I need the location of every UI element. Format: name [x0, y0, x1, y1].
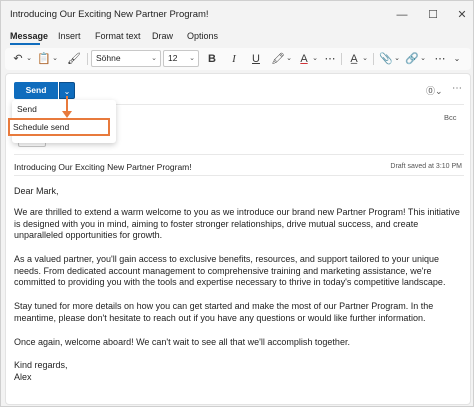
close-button[interactable]: ✕ [451, 5, 473, 25]
tab-format-text[interactable]: Format text [95, 31, 141, 41]
toolbar-divider [373, 53, 374, 65]
ribbon-tabs: Message Insert Format text Draw Options [1, 29, 473, 47]
format-painter-icon[interactable]: 🖌 [67, 51, 81, 67]
highlight-icon[interactable]: 🖍 [271, 51, 285, 67]
tab-draw[interactable]: Draw [152, 31, 173, 41]
chevron-down-icon: ⌄ [151, 55, 157, 62]
title-bar: Introducing Our Exciting New Partner Pro… [1, 1, 473, 29]
tab-insert[interactable]: Insert [58, 31, 81, 41]
body-paragraph-3[interactable]: Stay tuned for more details on how you c… [14, 301, 464, 324]
font-size-value: 12 [168, 53, 178, 63]
chevron-down-icon[interactable]: ⌄ [419, 51, 427, 67]
annotation-arrow-head [62, 111, 72, 118]
send-button[interactable]: Send [14, 82, 58, 99]
minimize-button[interactable]: — [391, 5, 413, 25]
font-size-select[interactable]: 12 ⌄ [163, 50, 199, 67]
styles-icon[interactable]: A̲ [347, 51, 361, 67]
cc-field-divider [14, 154, 464, 155]
body-paragraph-2[interactable]: As a valued partner, you'll gain access … [14, 254, 464, 289]
chevron-down-icon[interactable]: ⌄ [285, 51, 293, 67]
attach-icon[interactable]: 📎 [379, 51, 393, 67]
more-icon[interactable]: ⋯ [452, 83, 462, 94]
bcc-button[interactable]: Bcc [444, 113, 457, 122]
font-name-value: Söhne [96, 53, 121, 63]
body-greeting[interactable]: Dear Mark, [14, 186, 464, 198]
subject-field[interactable]: Introducing Our Exciting New Partner Pro… [14, 162, 192, 172]
chevron-down-icon[interactable]: ⌄ [51, 51, 59, 67]
body-paragraph-1[interactable]: We are thrilled to extend a warm welcome… [14, 207, 464, 242]
toolbar-divider [87, 53, 88, 65]
chevron-down-icon[interactable]: ⌄ [25, 51, 33, 67]
body-signature[interactable]: Alex [14, 372, 464, 384]
tab-options[interactable]: Options [187, 31, 218, 41]
chevron-down-icon: ⌄ [63, 87, 71, 96]
menu-item-send[interactable]: Send [17, 104, 37, 114]
bold-button[interactable]: B [205, 51, 219, 67]
font-name-select[interactable]: Söhne ⌄ [91, 50, 161, 67]
ribbon-collapse-icon[interactable]: ⌄ [451, 51, 463, 67]
chevron-down-icon: ⌄ [189, 55, 195, 62]
formatting-toolbar: ↶ ⌄ 📋 ⌄ 🖌 Söhne ⌄ 12 ⌄ B I U 🖍 ⌄ A ⌄ ⋯ A… [5, 48, 471, 70]
window-title: Introducing Our Exciting New Partner Pro… [10, 9, 209, 20]
sensitivity-icon[interactable]: ⓪⌄ [426, 84, 443, 97]
link-icon[interactable]: 🔗 [405, 51, 419, 67]
underline-button[interactable]: U [249, 51, 263, 67]
menu-item-schedule-send-label: Schedule send [13, 122, 70, 132]
compose-pane: Send ⌄ ⓪⌄ ⋯ Bcc Cc Introducing Our Excit… [5, 73, 471, 405]
body-signoff[interactable]: Kind regards, [14, 360, 464, 372]
clipboard-icon[interactable]: 📋 [37, 51, 51, 67]
chevron-down-icon[interactable]: ⌄ [361, 51, 369, 67]
chevron-down-icon[interactable]: ⌄ [393, 51, 401, 67]
undo-icon[interactable]: ↶ [11, 51, 25, 67]
body-paragraph-4[interactable]: Once again, welcome aboard! We can't wai… [14, 337, 464, 349]
chevron-down-icon[interactable]: ⌄ [311, 51, 319, 67]
menu-item-schedule-send[interactable]: Schedule send [8, 118, 110, 136]
italic-button[interactable]: I [227, 51, 241, 67]
tab-message[interactable]: Message [10, 31, 48, 41]
toolbar-divider [341, 53, 342, 65]
font-color-icon[interactable]: A [297, 51, 311, 67]
compose-window: Introducing Our Exciting New Partner Pro… [0, 0, 474, 407]
active-tab-indicator [10, 43, 40, 45]
maximize-button[interactable]: ☐ [422, 5, 444, 25]
draft-status: Draft saved at 3:10 PM [390, 163, 462, 170]
more-options-icon[interactable]: ⋯ [433, 51, 447, 67]
subject-divider [14, 175, 464, 176]
more-formatting-icon[interactable]: ⋯ [323, 51, 337, 67]
